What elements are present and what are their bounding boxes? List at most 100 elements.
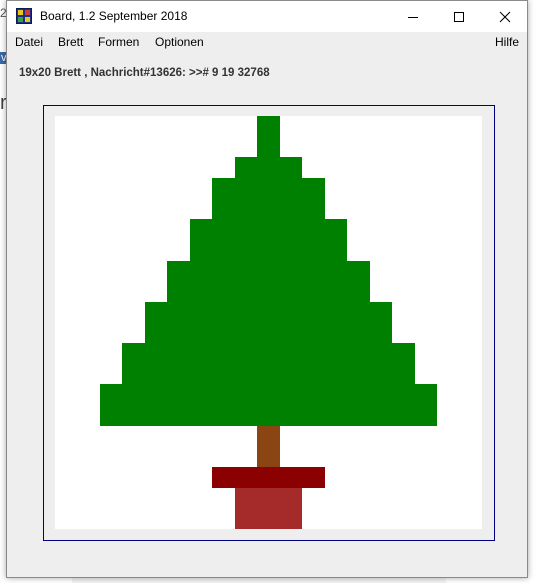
board-cell[interactable] <box>325 261 347 281</box>
board-cell[interactable] <box>325 219 347 240</box>
board-cell[interactable] <box>280 178 302 199</box>
board-cell[interactable] <box>167 302 190 323</box>
board-cell[interactable] <box>235 178 257 199</box>
board-cell[interactable] <box>257 343 280 364</box>
board-cell[interactable] <box>212 240 235 261</box>
board-cell[interactable] <box>257 116 280 137</box>
board-cell[interactable] <box>145 343 167 364</box>
board-cell[interactable] <box>302 199 325 219</box>
board-cell[interactable] <box>167 405 190 426</box>
board-cell[interactable] <box>190 364 212 384</box>
board-cell[interactable] <box>122 364 145 384</box>
board-cell[interactable] <box>257 384 280 405</box>
board-cell[interactable] <box>212 302 235 323</box>
board-cell[interactable] <box>212 467 235 488</box>
menu-formen[interactable]: Formen <box>98 35 139 49</box>
board-cell[interactable] <box>280 384 302 405</box>
board-cell[interactable] <box>325 405 347 426</box>
board-cell[interactable] <box>212 261 235 281</box>
board-cell[interactable] <box>370 302 392 323</box>
board-cell[interactable] <box>257 240 280 261</box>
board-cell[interactable] <box>235 261 257 281</box>
board-cell[interactable] <box>280 323 302 343</box>
board-cell[interactable] <box>302 281 325 302</box>
board-cell[interactable] <box>212 199 235 219</box>
board-cell[interactable] <box>392 343 415 364</box>
board-cell[interactable] <box>190 343 212 364</box>
board-cell[interactable] <box>212 178 235 199</box>
board-cell[interactable] <box>347 281 370 302</box>
board-cell[interactable] <box>280 281 302 302</box>
board-cell[interactable] <box>167 364 190 384</box>
board-cell[interactable] <box>145 302 167 323</box>
board-cell[interactable] <box>190 384 212 405</box>
board-cell[interactable] <box>257 261 280 281</box>
board-cell[interactable] <box>212 343 235 364</box>
board-cell[interactable] <box>190 240 212 261</box>
board-cell[interactable] <box>235 405 257 426</box>
title-bar[interactable]: Board, 1.2 September 2018 <box>7 1 527 32</box>
board-cell[interactable] <box>190 302 212 323</box>
board-cell[interactable] <box>257 302 280 323</box>
board-cell[interactable] <box>235 302 257 323</box>
board-cell[interactable] <box>257 364 280 384</box>
board-cell[interactable] <box>347 364 370 384</box>
board-cell[interactable] <box>280 219 302 240</box>
board-cell[interactable] <box>235 199 257 219</box>
board-cell[interactable] <box>235 157 257 178</box>
board-cell[interactable] <box>257 446 280 467</box>
board-cell[interactable] <box>302 261 325 281</box>
board-cell[interactable] <box>280 199 302 219</box>
app-icon[interactable] <box>16 8 32 24</box>
board-cell[interactable] <box>370 343 392 364</box>
board-cell[interactable] <box>257 405 280 426</box>
board-cell[interactable] <box>100 405 122 426</box>
board-cell[interactable] <box>257 137 280 157</box>
board-cell[interactable] <box>122 343 145 364</box>
board-cell[interactable] <box>280 488 302 508</box>
board-cell[interactable] <box>392 405 415 426</box>
board-cell[interactable] <box>235 384 257 405</box>
board-cell[interactable] <box>100 384 122 405</box>
board-cell[interactable] <box>302 405 325 426</box>
board-cell[interactable] <box>212 219 235 240</box>
board-cell[interactable] <box>167 323 190 343</box>
menu-optionen[interactable]: Optionen <box>155 35 204 49</box>
board-cell[interactable] <box>415 405 437 426</box>
board-cell[interactable] <box>235 281 257 302</box>
board-cell[interactable] <box>257 157 280 178</box>
board-cell[interactable] <box>280 261 302 281</box>
board-cell[interactable] <box>235 323 257 343</box>
board-cell[interactable] <box>235 488 257 508</box>
board-cell[interactable] <box>325 384 347 405</box>
board-cell[interactable] <box>235 364 257 384</box>
board-cell[interactable] <box>145 384 167 405</box>
board-cell[interactable] <box>190 323 212 343</box>
board-cell[interactable] <box>145 364 167 384</box>
board-cell[interactable] <box>280 405 302 426</box>
menu-brett[interactable]: Brett <box>58 35 83 49</box>
board-cell[interactable] <box>347 323 370 343</box>
board-cell[interactable] <box>257 178 280 199</box>
menu-datei[interactable]: Datei <box>15 35 43 49</box>
board-cell[interactable] <box>415 384 437 405</box>
board-cell[interactable] <box>280 240 302 261</box>
board-cell[interactable] <box>212 384 235 405</box>
board-cell[interactable] <box>280 467 302 488</box>
board-cell[interactable] <box>370 384 392 405</box>
board-cell[interactable] <box>325 343 347 364</box>
board-cell[interactable] <box>190 405 212 426</box>
board-cell[interactable] <box>145 405 167 426</box>
board-cell[interactable] <box>190 219 212 240</box>
board-grid[interactable] <box>55 116 482 529</box>
board-cell[interactable] <box>370 405 392 426</box>
board-cell[interactable] <box>325 281 347 302</box>
board-cell[interactable] <box>190 261 212 281</box>
board-cell[interactable] <box>347 261 370 281</box>
board-cell[interactable] <box>325 364 347 384</box>
board-cell[interactable] <box>257 323 280 343</box>
board-cell[interactable] <box>280 508 302 529</box>
board-cell[interactable] <box>145 323 167 343</box>
board-cell[interactable] <box>302 323 325 343</box>
board-cell[interactable] <box>212 323 235 343</box>
